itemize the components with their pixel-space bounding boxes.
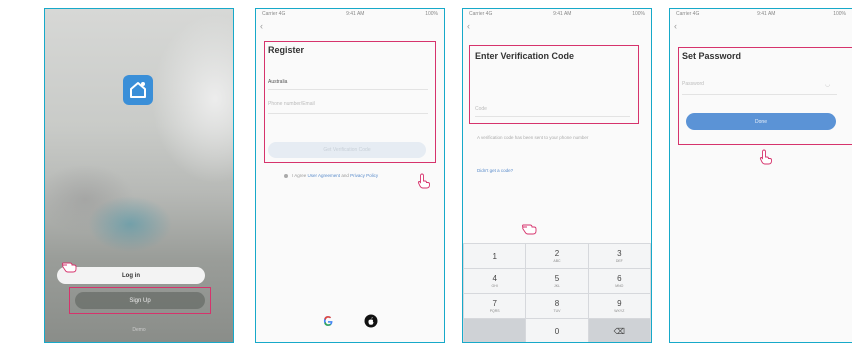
key-digit: 8 [554, 299, 560, 308]
hint-text: A verification code has been sent to you… [477, 135, 589, 140]
keypad-key[interactable] [464, 319, 526, 342]
numeric-keypad: 1 2 ABC 3 DEF 4 GHI 5 JKL 6 MNO 7 PQRS 8 TUV 9 WXYZ 0 ⌫ [463, 243, 651, 342]
get-code-button[interactable]: Get Verification Code [268, 142, 426, 158]
pointer-hand-icon [522, 224, 537, 235]
privacy-policy-link[interactable]: Privacy Policy [350, 173, 378, 178]
verification-screen: Carrier 4G 9:41 AM 100% ‹ Enter Verifica… [462, 8, 652, 343]
page-title: Register [268, 45, 305, 55]
clock-label: 9:41 AM [757, 11, 776, 17]
keypad-key[interactable]: 3 DEF [588, 244, 650, 268]
user-agreement-link[interactable]: User Agreement [308, 173, 341, 178]
login-button[interactable]: Log in [57, 267, 205, 284]
clock-label: 9:41 AM [553, 11, 572, 17]
key-digit: 2 [554, 249, 560, 258]
carrier-label: Carrier 4G [262, 11, 286, 17]
key-letters: GHI [491, 284, 498, 288]
google-login-icon[interactable] [321, 314, 335, 328]
key-letters: MNO [615, 284, 624, 288]
code-input[interactable]: Code [475, 106, 487, 112]
keypad-key[interactable]: 7 PQRS [464, 294, 526, 318]
field-divider [268, 113, 428, 114]
key-digit: 9 [617, 299, 622, 308]
key-digit: 6 [617, 274, 622, 283]
key-digit: 7 [492, 299, 497, 308]
apple-login-icon[interactable] [364, 314, 378, 328]
key-letters: TUV [553, 309, 561, 313]
keypad-key[interactable]: 8 TUV [526, 294, 588, 318]
key-digit: ⌫ [613, 326, 625, 336]
page-title: Enter Verification Code [475, 51, 575, 61]
keypad-key[interactable]: 6 MNO [588, 269, 650, 293]
agree-checkbox[interactable] [284, 173, 288, 178]
key-digit: 1 [492, 251, 497, 261]
resend-link[interactable]: Didn't get a code? [477, 168, 513, 173]
home-icon [130, 82, 146, 98]
welcome-screen: Log in Sign Up Demo [44, 8, 234, 343]
page-title: Set Password [682, 51, 742, 61]
key-letters: WXYZ [614, 309, 625, 313]
back-chevron-icon[interactable]: ‹ [260, 21, 263, 31]
carrier-label: Carrier 4G [469, 11, 493, 17]
password-input[interactable]: Password [682, 81, 704, 87]
keypad-key[interactable]: 2 ABC [526, 244, 588, 268]
field-divider [682, 94, 837, 95]
battery-label: 100% [425, 11, 438, 17]
pointer-hand-icon [417, 173, 430, 189]
footer-link[interactable]: Demo [45, 327, 233, 333]
key-digit: 5 [554, 274, 560, 283]
field-divider [475, 116, 630, 117]
agree-text: I Agree [292, 173, 307, 178]
set-password-screen: Carrier 4G 9:41 AM 100% ‹ Set Password P… [669, 8, 852, 343]
keypad-key[interactable]: 5 JKL [526, 269, 588, 293]
keypad-key[interactable]: 0 [526, 319, 588, 342]
eye-icon[interactable]: ◡ [825, 81, 830, 88]
carrier-label: Carrier 4G [676, 11, 700, 17]
account-input[interactable]: Phone number/Email [268, 101, 315, 107]
keypad-key[interactable]: 4 GHI [464, 269, 526, 293]
register-screen: Carrier 4G 9:41 AM 100% ‹ Register Austr… [255, 8, 445, 343]
key-letters: JKL [553, 284, 560, 288]
clock-label: 9:41 AM [346, 11, 365, 17]
keypad-key[interactable]: ⌫ [588, 319, 650, 342]
country-field[interactable]: Australia [268, 79, 287, 85]
key-digit: 3 [617, 249, 622, 258]
back-chevron-icon[interactable]: ‹ [674, 21, 677, 31]
back-chevron-icon[interactable]: ‹ [467, 21, 470, 31]
signup-button[interactable]: Sign Up [75, 292, 205, 309]
keypad-key[interactable]: 1 [464, 244, 526, 268]
field-divider [268, 89, 428, 90]
status-bar: Carrier 4G 9:41 AM 100% [670, 11, 852, 19]
key-letters: DEF [615, 259, 623, 263]
app-logo [123, 75, 153, 105]
agreement-row: I Agree User Agreement and Privacy Polic… [284, 173, 378, 178]
battery-label: 100% [632, 11, 645, 17]
pointer-hand-icon [62, 262, 77, 273]
agree-and-text: and [341, 173, 349, 178]
key-letters: ABC [553, 259, 561, 263]
status-bar: Carrier 4G 9:41 AM 100% [463, 11, 651, 19]
key-letters: PQRS [489, 309, 500, 313]
status-bar: Carrier 4G 9:41 AM 100% [256, 11, 444, 19]
battery-label: 100% [833, 11, 846, 17]
pointer-hand-icon [759, 149, 772, 165]
key-digit: 0 [554, 326, 560, 336]
keypad-key[interactable]: 9 WXYZ [588, 294, 650, 318]
password-highlight [678, 47, 852, 145]
key-digit: 4 [492, 274, 497, 283]
done-button[interactable]: Done [686, 113, 836, 130]
